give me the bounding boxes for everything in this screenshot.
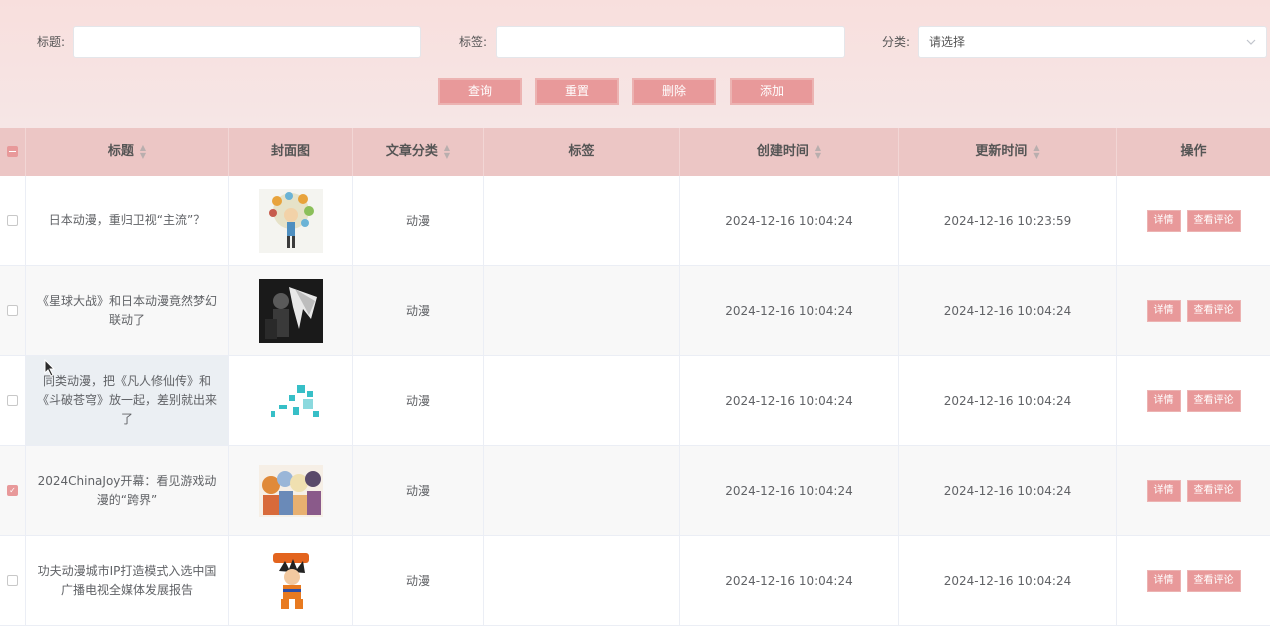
detail-button[interactable]: 详情 (1146, 479, 1181, 502)
table-row[interactable]: 同类动漫，把《凡人修仙传》和《斗破苍穹》放一起，差别就出来了 动漫 2024-1… (0, 356, 1270, 446)
filter-panel: 标题: 标签: 分类: 请选择 查询 重置 删除 添加 (0, 0, 1270, 128)
header-tags: 标签 (484, 128, 680, 176)
search-button[interactable]: 查询 (438, 78, 522, 105)
detail-button[interactable]: 详情 (1146, 569, 1181, 592)
table-header: 标题 ▲ ▼ 封面图 文章分类 ▲ ▼ 标签 创建时间 ▲ ▼ 更新时间 ▲ ▼ 操作 (0, 128, 1270, 176)
title-filter-input[interactable] (73, 26, 421, 58)
mouse-cursor-icon (44, 359, 56, 377)
row-updated: 2024-12-16 10:04:24 (943, 483, 1072, 498)
header-category-label: 文章分类 (385, 144, 438, 159)
cover-image (258, 464, 323, 517)
reset-button[interactable]: 重置 (535, 78, 619, 105)
header-cover: 封面图 (229, 128, 353, 176)
view-comments-button[interactable]: 查看评论 (1186, 569, 1241, 592)
category-select-placeholder: 请选择 (929, 35, 966, 49)
header-cover-label: 封面图 (270, 144, 310, 159)
header-actions-label: 操作 (1180, 144, 1207, 159)
row-category: 动漫 (405, 394, 430, 408)
sort-icon[interactable]: ▲ ▼ (444, 143, 450, 160)
row-created: 2024-12-16 10:04:24 (725, 483, 853, 498)
row-checkbox[interactable] (7, 215, 18, 226)
chevron-down-icon (1246, 27, 1256, 69)
header-title[interactable]: 标题 ▲ ▼ (26, 128, 229, 176)
row-updated: 2024-12-16 10:04:24 (943, 573, 1072, 588)
row-created: 2024-12-16 10:04:24 (725, 303, 853, 318)
row-category: 动漫 (405, 214, 430, 228)
category-filter-select[interactable]: 请选择 (918, 26, 1267, 58)
header-title-label: 标题 (107, 144, 134, 159)
add-button[interactable]: 添加 (730, 78, 814, 105)
header-updated-label: 更新时间 (975, 144, 1028, 159)
row-title: 2024ChinaJoy开幕：看见游戏动漫的“跨界” (37, 473, 217, 507)
row-title: 同类动漫，把《凡人修仙传》和《斗破苍穹》放一起，差别就出来了 (36, 374, 217, 426)
cover-image (258, 278, 323, 343)
row-title: 功夫动漫城市IP打造模式入选中国广播电视全媒体发展报告 (37, 563, 217, 597)
sort-icon[interactable]: ▲ ▼ (1033, 143, 1039, 160)
row-checkbox[interactable] (7, 305, 18, 316)
header-category[interactable]: 文章分类 ▲ ▼ (353, 128, 484, 176)
row-checkbox[interactable]: ✓ (7, 485, 18, 496)
detail-button[interactable]: 详情 (1146, 299, 1181, 322)
header-updated[interactable]: 更新时间 ▲ ▼ (899, 128, 1117, 176)
row-checkbox[interactable] (7, 575, 18, 586)
header-actions: 操作 (1117, 128, 1270, 176)
table-row[interactable]: ✓ 2024ChinaJoy开幕：看见游戏动漫的“跨界” 动漫 2024-12-… (0, 446, 1270, 536)
row-updated: 2024-12-16 10:04:24 (943, 303, 1072, 318)
view-comments-button[interactable]: 查看评论 (1186, 389, 1241, 412)
view-comments-button[interactable]: 查看评论 (1186, 479, 1241, 502)
view-comments-button[interactable]: 查看评论 (1186, 299, 1241, 322)
table-row[interactable]: 日本动漫，重归卫视“主流”？ 动漫 2024-12-16 10:04:24 20… (0, 176, 1270, 266)
row-created: 2024-12-16 10:04:24 (725, 573, 853, 588)
view-comments-button[interactable]: 查看评论 (1186, 209, 1241, 232)
header-tags-label: 标签 (568, 144, 595, 159)
detail-button[interactable]: 详情 (1146, 389, 1181, 412)
sort-icon[interactable]: ▲ ▼ (815, 143, 821, 160)
tag-filter-input[interactable] (496, 26, 845, 58)
row-category: 动漫 (405, 304, 430, 318)
row-updated: 2024-12-16 10:04:24 (943, 393, 1072, 408)
row-created: 2024-12-16 10:04:24 (725, 213, 853, 228)
tag-filter-label: 标签: (459, 35, 488, 49)
row-category: 动漫 (405, 484, 430, 498)
category-filter-label: 分类: (882, 35, 911, 49)
cover-image (258, 382, 323, 419)
table-row[interactable]: 功夫动漫城市IP打造模式入选中国广播电视全媒体发展报告 动漫 2024-12-1… (0, 536, 1270, 626)
row-title: 日本动漫，重归卫视“主流”？ (48, 213, 206, 227)
cover-image (258, 188, 323, 253)
header-created[interactable]: 创建时间 ▲ ▼ (680, 128, 899, 176)
row-title: 《星球大战》和日本动漫竟然梦幻联动了 (36, 293, 217, 327)
select-all-checkbox[interactable] (7, 146, 18, 157)
header-created-label: 创建时间 (756, 144, 809, 159)
select-all-cell[interactable] (0, 128, 26, 176)
detail-button[interactable]: 详情 (1146, 209, 1181, 232)
row-checkbox[interactable] (7, 395, 18, 406)
title-filter-label: 标题: (37, 35, 66, 49)
delete-button[interactable]: 删除 (632, 78, 716, 105)
table-row[interactable]: 《星球大战》和日本动漫竟然梦幻联动了 动漫 2024-12-16 10:04:2… (0, 266, 1270, 356)
row-updated: 2024-12-16 10:23:59 (943, 213, 1072, 228)
sort-icon[interactable]: ▲ ▼ (140, 143, 146, 160)
row-created: 2024-12-16 10:04:24 (725, 393, 853, 408)
row-category: 动漫 (405, 574, 430, 588)
cover-image (258, 548, 323, 613)
